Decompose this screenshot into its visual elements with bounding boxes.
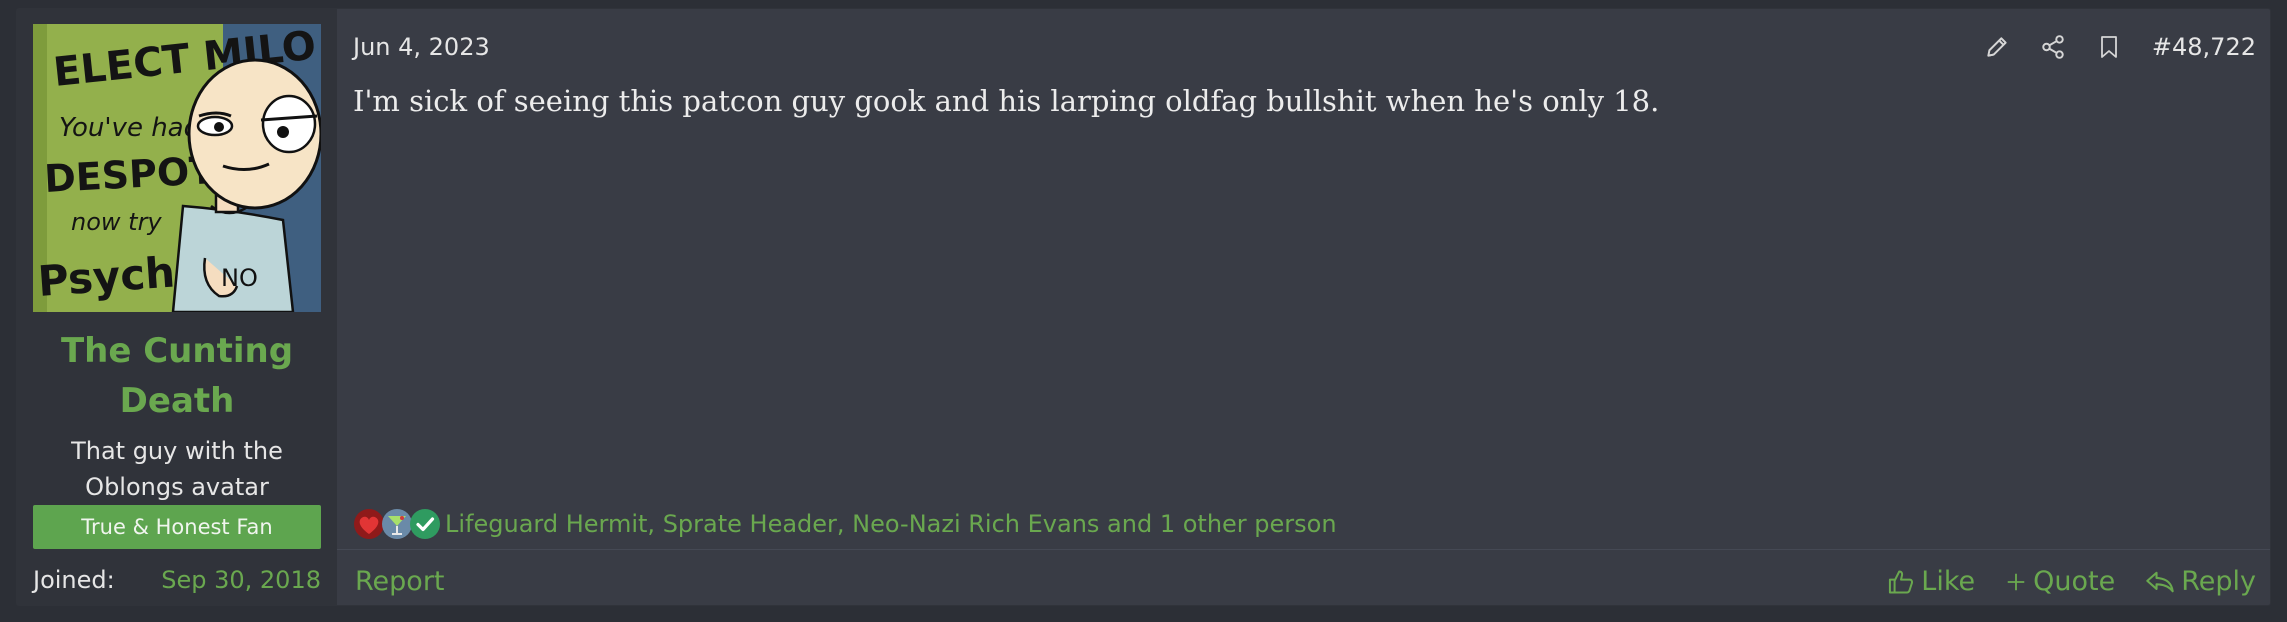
user-title-line1: That guy with the: [71, 437, 283, 465]
joined-date: Sep 30, 2018: [161, 566, 321, 594]
share-icon[interactable]: [2038, 32, 2068, 62]
footer-divider: [337, 549, 2270, 550]
user-banner: True & Honest Fan: [33, 505, 321, 549]
report-link[interactable]: Report: [355, 562, 445, 602]
reply-label: Reply: [2181, 566, 2256, 597]
cartoon-avatar-icon: ELECT MILO You've had DESPOTIC now try P…: [33, 24, 321, 312]
reply-button[interactable]: Reply: [2145, 562, 2256, 602]
post-date[interactable]: Jun 4, 2023: [353, 29, 490, 65]
joined-label: Joined:: [33, 566, 115, 594]
post-actions: Like Quote Reply: [1887, 562, 2256, 602]
thumbs-up-icon: [1887, 568, 1915, 596]
user-avatar[interactable]: ELECT MILO You've had DESPOTIC now try P…: [33, 24, 321, 312]
svg-text:NO: NO: [221, 264, 258, 292]
post-container: ELECT MILO You've had DESPOTIC now try P…: [16, 8, 2271, 606]
quote-button[interactable]: Quote: [2005, 562, 2115, 602]
plus-icon: [2005, 571, 2027, 593]
username[interactable]: The Cunting Death: [17, 326, 337, 426]
check-icon: [409, 508, 441, 540]
like-label: Like: [1921, 566, 1976, 597]
pencil-icon[interactable]: [1982, 32, 2012, 62]
user-info-panel: ELECT MILO You've had DESPOTIC now try P…: [17, 9, 337, 605]
user-title-line2: Oblongs avatar: [85, 473, 269, 501]
reaction-users[interactable]: Lifeguard Hermit, Sprate Header, Neo-Naz…: [445, 506, 1337, 542]
reply-arrow-icon: [2145, 569, 2175, 595]
user-title: That guy with the Oblongs avatar: [17, 433, 337, 505]
reaction-icons: [353, 508, 440, 540]
post-tools: #48,722: [1982, 27, 2256, 67]
reactions-bar[interactable]: Lifeguard Hermit, Sprate Header, Neo-Naz…: [353, 499, 1337, 549]
svg-text:now try: now try: [71, 208, 162, 236]
svg-text:You've had: You've had: [59, 113, 201, 143]
bookmark-icon[interactable]: [2094, 32, 2124, 62]
post-number-link[interactable]: #48,722: [2152, 29, 2256, 65]
post-message: I'm sick of seeing this patcon guy gook …: [353, 84, 1660, 118]
like-button[interactable]: Like: [1887, 562, 1975, 602]
quote-label: Quote: [2033, 566, 2116, 597]
